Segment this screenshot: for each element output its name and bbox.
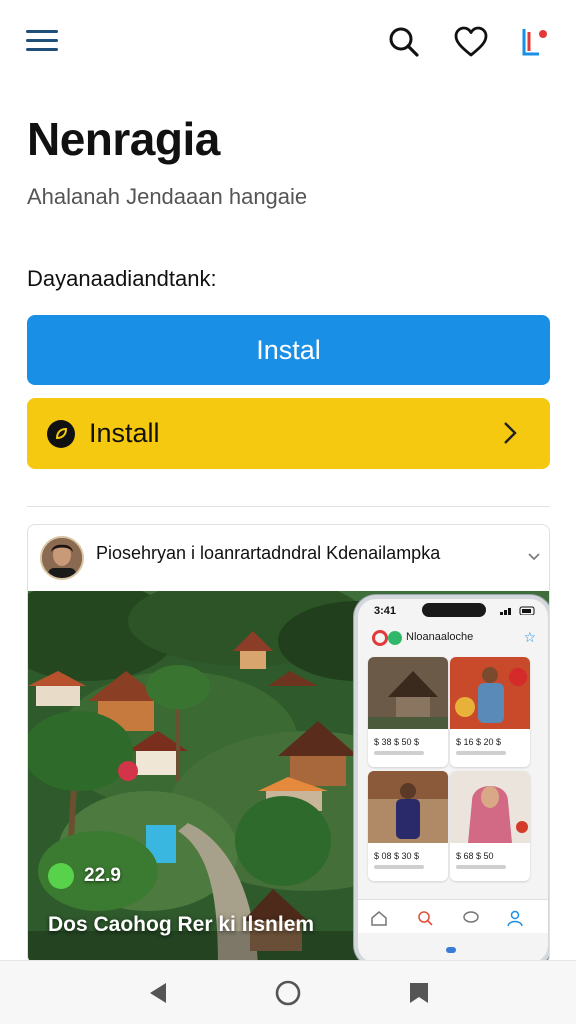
phone-mockup: 3:41 Nloanaaloche ☆ $ 38 $ 50 $ $ 16 $ 2… (354, 595, 549, 963)
product-tile: $ 38 $ 50 $ (368, 657, 448, 767)
app-title: Nenragia (27, 113, 220, 165)
post-card[interactable]: Piosehryan i loanrartadndral Kdenailampk… (27, 524, 550, 964)
bookmark-icon[interactable] (405, 979, 433, 1007)
product-tile-price: $ 68 $ 50 (456, 851, 494, 861)
product-tile-price: $ 16 $ 20 $ (456, 737, 502, 747)
divider (27, 506, 550, 507)
post-image[interactable]: 22.9 Dos Caohog Rer ki Ilsnlem 3:41 Nloa… (28, 591, 549, 963)
instal-button-label: Instal (256, 334, 321, 365)
phone-app-title: Nloanaaloche (406, 631, 474, 643)
product-tile-bar (374, 865, 424, 869)
chevron-right-icon (500, 420, 520, 446)
phone-tab-bar (358, 899, 548, 933)
phone-app-header: Nloanaaloche ☆ (358, 625, 548, 655)
phone-notch (422, 603, 486, 617)
avatar[interactable] (40, 536, 84, 580)
product-tile-price: $ 08 $ 30 $ (374, 851, 420, 861)
chat-bubble-icon (48, 863, 74, 889)
post-title: Piosehryan i loanrartadndral Kdenailampk… (96, 543, 441, 563)
product-tile-bar (374, 751, 424, 755)
hamburger-menu-icon[interactable] (26, 28, 60, 54)
notification-l-icon[interactable] (519, 24, 555, 60)
like-count-value: 22.9 (84, 865, 121, 886)
install-button-label: Install (89, 418, 160, 448)
sparkle-icon: ☆ (523, 629, 536, 645)
app-logo-badge-icon (388, 631, 402, 645)
profile-icon (507, 910, 523, 927)
back-triangle-icon[interactable] (144, 979, 172, 1007)
product-tile: $ 68 $ 50 (450, 771, 530, 881)
phone-status-bar: 3:41 (358, 599, 548, 623)
post-caption: Dos Caohog Rer ki Ilsnlem (48, 913, 315, 936)
signal-battery-icon (500, 606, 535, 615)
app-logo-icon (372, 630, 388, 646)
leaf-circle-icon (47, 419, 75, 448)
app-subtitle: Ahalanah Jendaaan hangaie (27, 184, 308, 209)
like-count[interactable]: 22.9 (48, 863, 121, 889)
search-icon (418, 911, 433, 926)
product-tile-price: $ 38 $ 50 $ (374, 737, 420, 747)
instal-button[interactable]: Instal (27, 315, 550, 385)
top-bar (0, 0, 576, 88)
phone-home-indicator (446, 947, 456, 953)
install-button[interactable]: Install (27, 398, 550, 469)
section-label: Dayanaadiandtank: (27, 266, 217, 291)
chevron-down-icon[interactable] (527, 549, 541, 561)
chat-icon (463, 911, 479, 923)
system-nav-bar (0, 960, 576, 1024)
product-tile-bar (456, 865, 506, 869)
phone-time: 3:41 (374, 605, 397, 617)
heart-icon[interactable] (453, 24, 489, 60)
product-tile: $ 08 $ 30 $ (368, 771, 448, 881)
post-header: Piosehryan i loanrartadndral Kdenailampk… (28, 525, 549, 591)
product-tile: $ 16 $ 20 $ (450, 657, 530, 767)
app-screen: Nenragia Ahalanah Jendaaan hangaie Dayan… (0, 0, 576, 1024)
product-tile-bar (456, 751, 506, 755)
search-icon[interactable] (386, 24, 422, 60)
home-icon (371, 911, 387, 926)
home-circle-icon[interactable] (274, 979, 302, 1007)
